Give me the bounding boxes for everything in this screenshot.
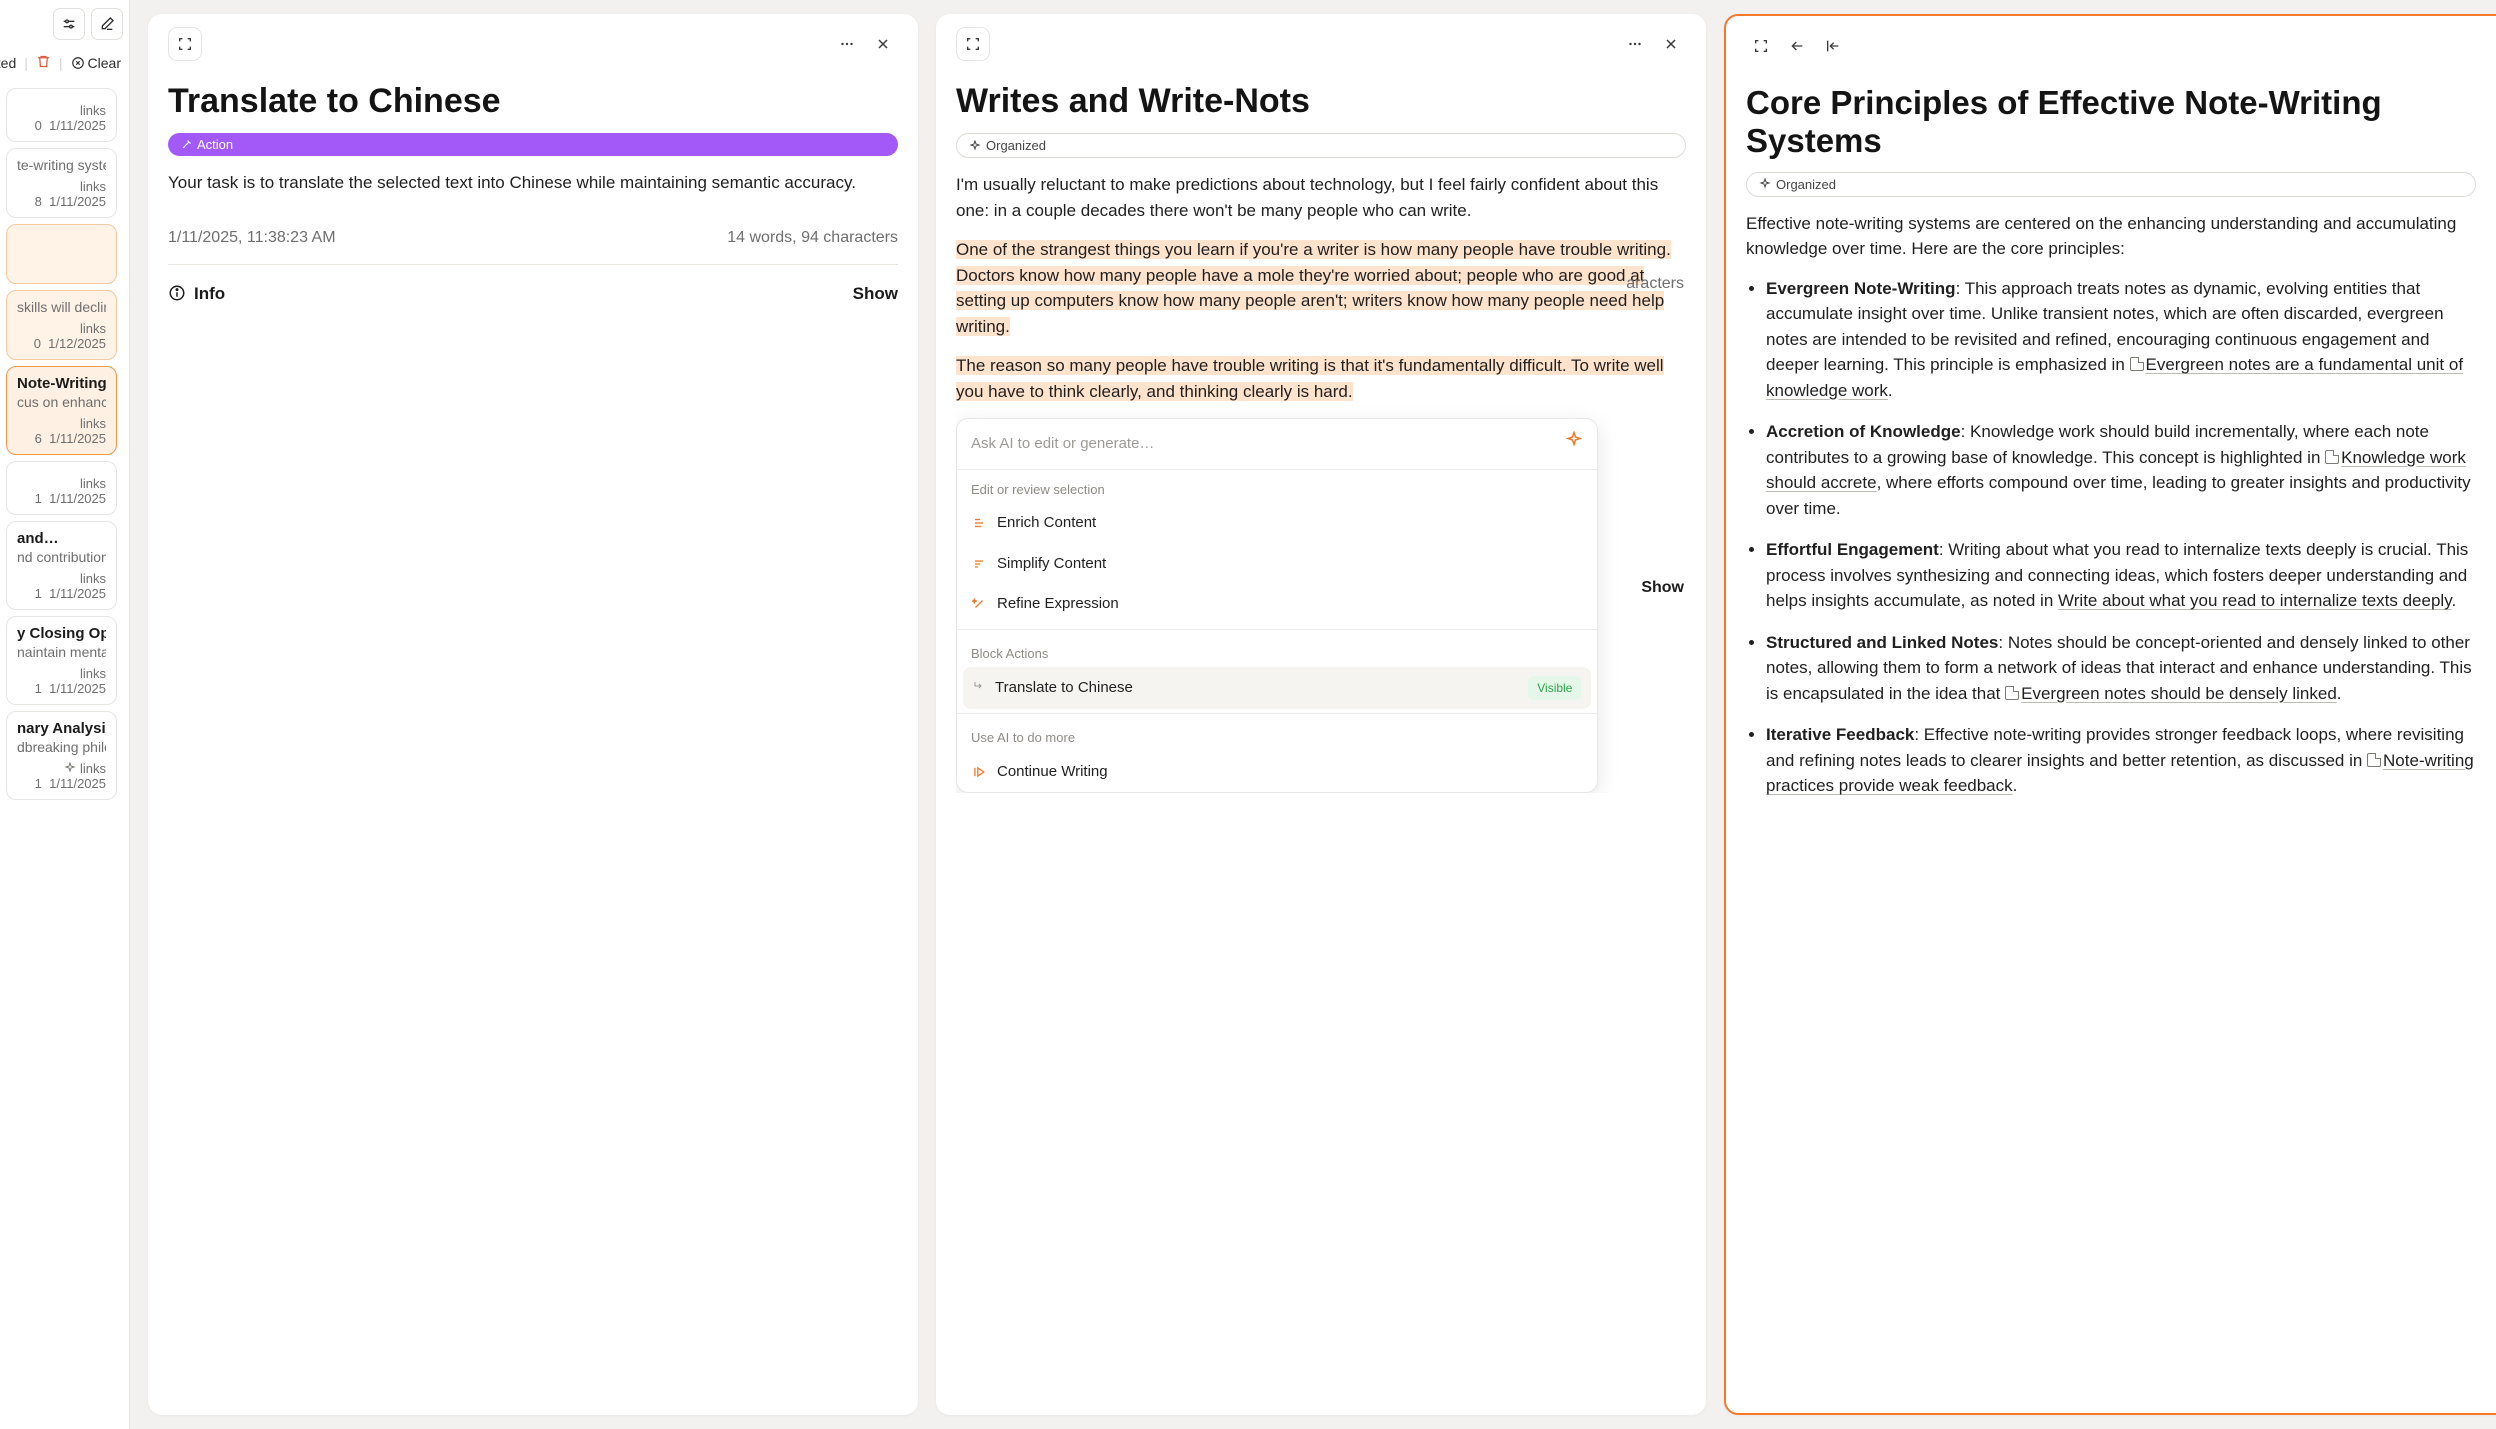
note-link-icon [2130,357,2144,371]
note-link-icon [2005,686,2019,700]
list-item[interactable]: y Closing Open… naintain mental cla… lin… [6,616,117,705]
visible-pill: Visible [1528,676,1581,700]
filter-text: ted [0,55,16,71]
sliders-icon [61,16,77,32]
compose-button[interactable] [91,8,123,40]
wand-icon [972,597,986,611]
info-toggle[interactable]: Info [168,281,225,307]
filter-separator: | [24,55,28,71]
lines-icon [972,557,986,571]
collapse-left-icon [1825,38,1841,54]
bullet-item: Accretion of Knowledge: Knowledge work s… [1766,419,2476,521]
timestamp: 1/11/2025, 11:38:23 AM [168,226,336,250]
body-text-highlighted: The reason so many people have trouble w… [956,353,1686,404]
ai-section-label: Edit or review selection [957,470,1597,504]
back-button[interactable] [1782,31,1812,61]
page-title: Core Principles of Effective Note-Writin… [1746,84,2476,160]
action-badge: Action [168,133,898,156]
word-count-partial: aracters [1626,272,1686,296]
collapse-button[interactable] [1818,31,1848,61]
info-icon [168,284,186,302]
close-button[interactable] [868,29,898,59]
show-button[interactable]: Show [853,281,898,307]
focus-button[interactable] [956,27,990,61]
bullet-item: Effortful Engagement: Writing about what… [1766,537,2476,614]
note-link-icon [2367,753,2381,767]
ai-section-label: Use AI to do more [957,718,1597,752]
sub-arrow-icon [973,680,985,692]
close-icon [875,36,891,52]
pane-core-principles: Core Principles of Effective Note-Writin… [1724,14,2496,1415]
divider [168,264,898,265]
ai-item-simplify[interactable]: Simplify Content [957,544,1597,585]
ai-item-enrich[interactable]: Enrich Content [957,503,1597,544]
list-item-selected[interactable]: Note-Writing… cus on enhancing u… links … [6,366,117,455]
close-icon [1663,36,1679,52]
focus-button[interactable] [168,27,202,61]
pane-translate: Translate to Chinese Action Your task is… [148,14,918,1415]
pane-writes: Writes and Write-Nots Organized I'm usua… [936,14,1706,1415]
ai-input[interactable] [971,435,1565,452]
close-button[interactable] [1656,29,1686,59]
list-item[interactable]: te-writing systems,… links 8 1/11/2025 [6,148,117,218]
bullet-item: Evergreen Note-Writing: This approach tr… [1766,276,2476,404]
ai-section-label: Block Actions [957,634,1597,668]
more-icon [838,35,856,53]
note-link-icon [2325,450,2339,464]
divider [957,629,1597,630]
sparkle-icon [1759,178,1771,190]
settings-sliders-button[interactable] [53,8,85,40]
filter-separator: | [59,55,63,71]
list-item[interactable]: nary Analysis dbreaking philoso… links 1… [6,711,117,800]
organized-badge: Organized [1746,172,2476,197]
sparkle-icon [1565,431,1583,449]
body-text-highlighted: One of the strangest things you learn if… [956,237,1686,339]
ai-item-refine[interactable]: Refine Expression [957,584,1597,625]
bullet-item: Structured and Linked Notes: Notes shoul… [1766,630,2476,707]
wand-icon [180,139,192,151]
lines-icon [972,516,986,530]
list-item[interactable]: skills will decline … links 0 1/12/2025 [6,290,117,360]
more-button[interactable] [832,29,862,59]
intro-text: Effective note-writing systems are cente… [1746,211,2476,262]
list-item[interactable] [6,224,117,284]
trash-icon [36,54,51,69]
sidebar: ted | | Clear links 0 1/11/2025 te-writi… [0,0,130,1429]
clear-button[interactable]: Clear [71,55,121,71]
play-icon [972,765,986,779]
sparkle-icon [969,140,981,152]
organized-badge: Organized [956,133,1686,158]
note-link[interactable]: Write about what you read to internalize… [2058,591,2451,610]
ai-popover: Edit or review selection Enrich Content … [956,418,1598,793]
list-item[interactable]: and… nd contributions to… links 1 1/11/2… [6,521,117,610]
arrow-left-icon [1789,38,1805,54]
note-link[interactable]: Evergreen notes should be densely linked [2021,684,2337,703]
focus-icon [177,36,193,52]
ai-item-continue[interactable]: Continue Writing [957,752,1597,793]
ai-send-button[interactable] [1565,431,1583,457]
more-icon [1626,35,1644,53]
compose-icon [99,16,115,32]
clear-icon [71,56,85,70]
focus-icon [965,36,981,52]
more-button[interactable] [1620,29,1650,59]
sparkle-icon [64,762,76,774]
focus-button[interactable] [1746,31,1776,61]
focus-icon [1753,38,1769,54]
ai-item-translate[interactable]: Translate to Chinese Visible [963,667,1591,709]
list-item[interactable]: links 1 1/11/2025 [6,461,117,515]
body-text: Your task is to translate the selected t… [168,170,898,196]
body-text: I'm usually reluctant to make prediction… [956,172,1686,223]
page-title: Writes and Write-Nots [956,82,1686,121]
page-title: Translate to Chinese [168,82,898,121]
list-item[interactable]: links 0 1/11/2025 [6,88,117,142]
trash-button[interactable] [36,54,51,72]
divider [957,713,1597,714]
bullet-item: Iterative Feedback: Effective note-writi… [1766,722,2476,799]
show-button[interactable]: Show [1641,576,1686,600]
word-count: 14 words, 94 characters [727,226,898,250]
